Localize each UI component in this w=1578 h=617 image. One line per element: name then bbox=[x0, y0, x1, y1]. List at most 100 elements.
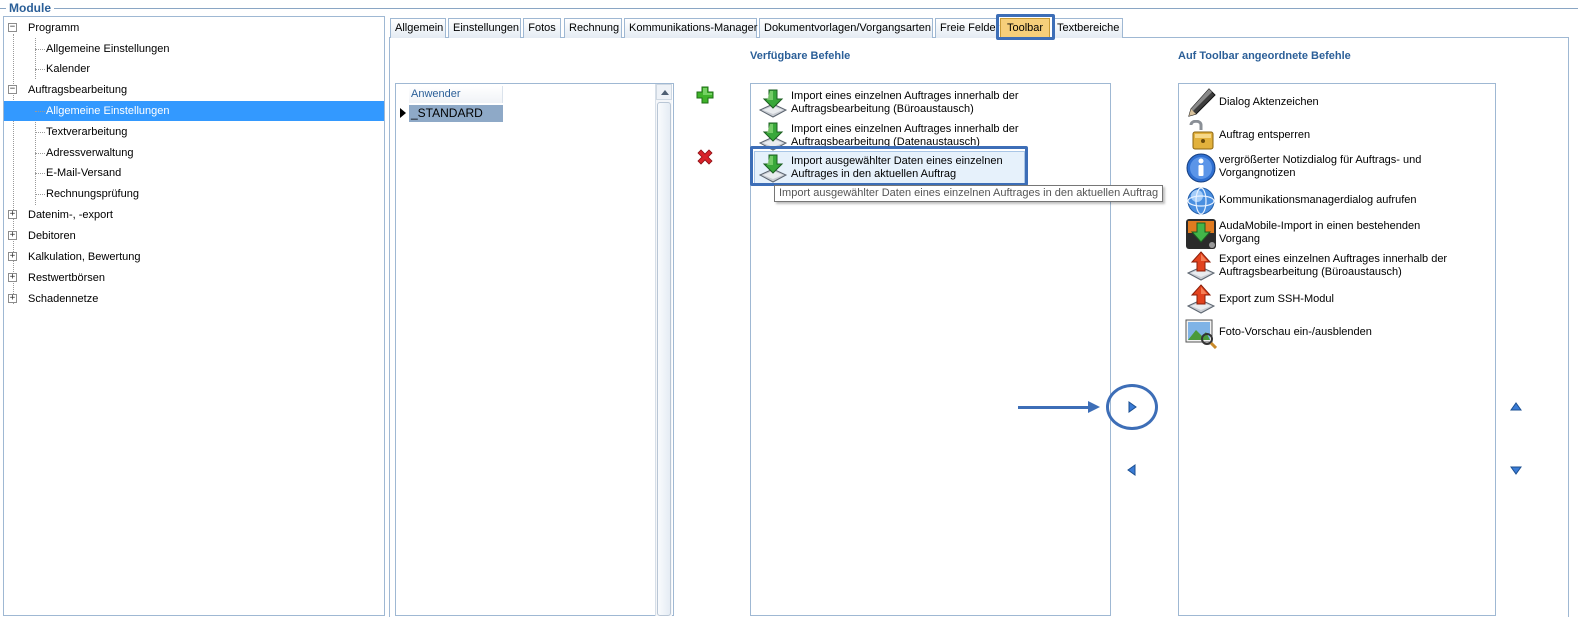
arrow-down-icon bbox=[1510, 466, 1522, 475]
current-row-marker-icon bbox=[400, 108, 406, 118]
toolbar-command-item[interactable]: Auftrag entsperren bbox=[1185, 118, 1485, 152]
arrow-up-icon bbox=[1510, 402, 1522, 411]
tree-item-debitoren[interactable]: + Debitoren bbox=[4, 226, 384, 246]
user-row[interactable]: _STANDARD bbox=[409, 105, 503, 122]
tree-item-rechnungspruefung[interactable]: Rechnungsprüfung bbox=[4, 184, 384, 204]
tree-item-label: Datenim-, -export bbox=[28, 209, 113, 221]
move-up-button[interactable] bbox=[1508, 399, 1524, 415]
tree-item-label: Textverarbeitung bbox=[46, 126, 128, 138]
label-line: Import eines einzelnen Auftrages innerha… bbox=[791, 90, 1019, 102]
label-line: Foto-Vorschau ein-/ausblenden bbox=[1219, 326, 1372, 338]
user-list[interactable]: Anwender _STANDARD bbox=[395, 83, 674, 616]
globe-icon bbox=[1187, 187, 1215, 215]
pointer-arrow-head-icon bbox=[1088, 401, 1100, 413]
toolbar-command-item[interactable]: Dialog Aktenzeichen bbox=[1185, 85, 1485, 119]
delete-user-button[interactable] bbox=[695, 147, 715, 167]
export-up-arrow-icon bbox=[1186, 284, 1216, 314]
tree-item-email-versand[interactable]: E-Mail-Versand bbox=[4, 163, 384, 183]
tree-item-label: Restwertbörsen bbox=[28, 272, 106, 284]
expand-icon[interactable]: + bbox=[8, 294, 17, 303]
toolbar-command-label: Foto-Vorschau ein-/ausblenden bbox=[1219, 326, 1459, 339]
toolbar-command-label: Kommunikationsmanagerdialog aufrufen bbox=[1219, 194, 1459, 207]
label-line: Kommunikationsmanagerdialog aufrufen bbox=[1219, 194, 1417, 206]
tree-item-textverarbeitung[interactable]: Textverarbeitung bbox=[4, 122, 384, 142]
tree-item-programm[interactable]: − Programm bbox=[4, 18, 384, 38]
add-user-button[interactable] bbox=[695, 85, 715, 105]
toolbar-command-label: Auftrag entsperren bbox=[1219, 129, 1459, 142]
pointer-arrow-shaft bbox=[1018, 406, 1092, 409]
label-line: Import eines einzelnen Auftrages innerha… bbox=[791, 123, 1019, 135]
tree-item-label: Kalender bbox=[46, 63, 91, 75]
tree-branch-line bbox=[35, 49, 45, 50]
expand-icon[interactable]: + bbox=[8, 231, 17, 240]
arrow-left-icon bbox=[1127, 464, 1136, 476]
tree-item-restwertboersen[interactable]: + Restwertbörsen bbox=[4, 268, 384, 288]
available-command-label: Import eines einzelnen Auftrages innerha… bbox=[791, 90, 1031, 116]
tree-branch-line bbox=[35, 194, 45, 195]
tree-item-allgemeine-einstellungen[interactable]: Allgemeine Einstellungen bbox=[4, 39, 384, 59]
tree-item-kalkulation[interactable]: + Kalkulation, Bewertung bbox=[4, 247, 384, 267]
tab-einstellungen[interactable]: Einstellungen bbox=[448, 18, 521, 38]
tree-item-auftragsbearbeitung[interactable]: − Auftragsbearbeitung bbox=[4, 80, 384, 100]
tab-allgemein[interactable]: Allgemein bbox=[390, 18, 446, 38]
toolbar-command-item[interactable]: Export eines einzelnen Auftrages innerha… bbox=[1185, 249, 1485, 283]
scroll-thumb[interactable] bbox=[657, 102, 671, 616]
expand-icon[interactable]: + bbox=[8, 210, 17, 219]
tab-highlight-frame bbox=[996, 14, 1055, 40]
tree-item-schadennetze[interactable]: + Schadennetze bbox=[4, 289, 384, 309]
tree-branch-line bbox=[35, 153, 45, 154]
tab-dokumentvorlagen[interactable]: Dokumentvorlagen/Vorgangsarten bbox=[759, 18, 933, 38]
tab-fotos[interactable]: Fotos bbox=[523, 18, 561, 38]
tree-branch-line bbox=[35, 69, 45, 70]
tab-textbereiche[interactable]: Textbereiche bbox=[1052, 18, 1123, 38]
module-tree[interactable]: − Programm Allgemeine Einstellungen Kale… bbox=[3, 16, 385, 616]
expand-icon[interactable]: + bbox=[8, 273, 17, 282]
tree-item-datenimport[interactable]: + Datenim-, -export bbox=[4, 205, 384, 225]
tree-branch-line bbox=[35, 111, 45, 112]
tree-item-label: Allgemeine Einstellungen bbox=[46, 105, 170, 117]
tree-item-kalender[interactable]: Kalender bbox=[4, 59, 384, 79]
move-down-button[interactable] bbox=[1508, 462, 1524, 478]
user-list-scrollbar[interactable] bbox=[655, 84, 672, 616]
mobile-import-icon bbox=[1186, 219, 1216, 249]
label-line: Vorgang bbox=[1219, 233, 1260, 245]
toolbar-command-item[interactable]: Export zum SSH-Modul bbox=[1185, 282, 1485, 316]
highlight-circle bbox=[1106, 384, 1158, 430]
import-down-arrow-icon bbox=[758, 89, 788, 118]
tree-item-label: Rechnungsprüfung bbox=[46, 188, 139, 200]
expand-icon[interactable]: + bbox=[8, 252, 17, 261]
scroll-up-button[interactable] bbox=[656, 84, 672, 100]
tree-item-label: E-Mail-Versand bbox=[46, 167, 122, 179]
user-column-header[interactable]: Anwender bbox=[409, 86, 503, 103]
toolbar-command-label: AudaMobile-Import in einen bestehenden V… bbox=[1219, 220, 1459, 246]
tree-item-label: Kalkulation, Bewertung bbox=[28, 251, 141, 263]
toolbar-commands-list[interactable]: Dialog Aktenzeichen Auftrag entsperren v… bbox=[1178, 83, 1496, 616]
group-title: Module bbox=[6, 1, 54, 15]
tree-item-allgemeine-einstellungen-selected[interactable]: Allgemeine Einstellungen bbox=[4, 101, 384, 121]
label-line: Export zum SSH-Modul bbox=[1219, 293, 1334, 305]
collapse-icon[interactable]: − bbox=[8, 23, 17, 32]
toolbar-command-item[interactable]: Foto-Vorschau ein-/ausblenden bbox=[1185, 315, 1485, 349]
label-line: Dialog Aktenzeichen bbox=[1219, 96, 1319, 108]
tree-item-adressverwaltung[interactable]: Adressverwaltung bbox=[4, 143, 384, 163]
toolbar-command-label: vergrößerter Notizdialog für Auftrags- u… bbox=[1219, 154, 1459, 180]
tree-item-label: Programm bbox=[28, 22, 80, 34]
tree-item-label: Debitoren bbox=[28, 230, 76, 242]
tree-item-label: Adressverwaltung bbox=[46, 147, 134, 159]
available-command-item[interactable]: Import eines einzelnen Auftrages innerha… bbox=[757, 86, 1057, 120]
toolbar-command-item[interactable]: AudaMobile-Import in einen bestehenden V… bbox=[1185, 216, 1485, 250]
tree-item-label: Allgemeine Einstellungen bbox=[46, 43, 170, 55]
toolbar-command-item[interactable]: Kommunikationsmanagerdialog aufrufen bbox=[1185, 183, 1485, 217]
tree-item-label: Schadennetze bbox=[28, 293, 99, 305]
export-up-arrow-icon bbox=[1186, 251, 1216, 281]
tab-rechnung[interactable]: Rechnung bbox=[564, 18, 622, 38]
toolbar-command-item[interactable]: vergrößerter Notizdialog für Auftrags- u… bbox=[1185, 150, 1485, 184]
remove-from-toolbar-button[interactable] bbox=[1124, 462, 1140, 478]
label-line: AudaMobile-Import in einen bestehenden bbox=[1219, 220, 1421, 232]
info-icon bbox=[1186, 153, 1216, 183]
tab-freie-felder[interactable]: Freie Felder bbox=[935, 18, 999, 38]
tab-kommunikations-manager[interactable]: Kommunikations-Manager bbox=[624, 18, 757, 38]
tree-branch-line bbox=[35, 132, 45, 133]
selected-item-highlight-frame bbox=[750, 146, 1028, 186]
collapse-icon[interactable]: − bbox=[8, 85, 17, 94]
